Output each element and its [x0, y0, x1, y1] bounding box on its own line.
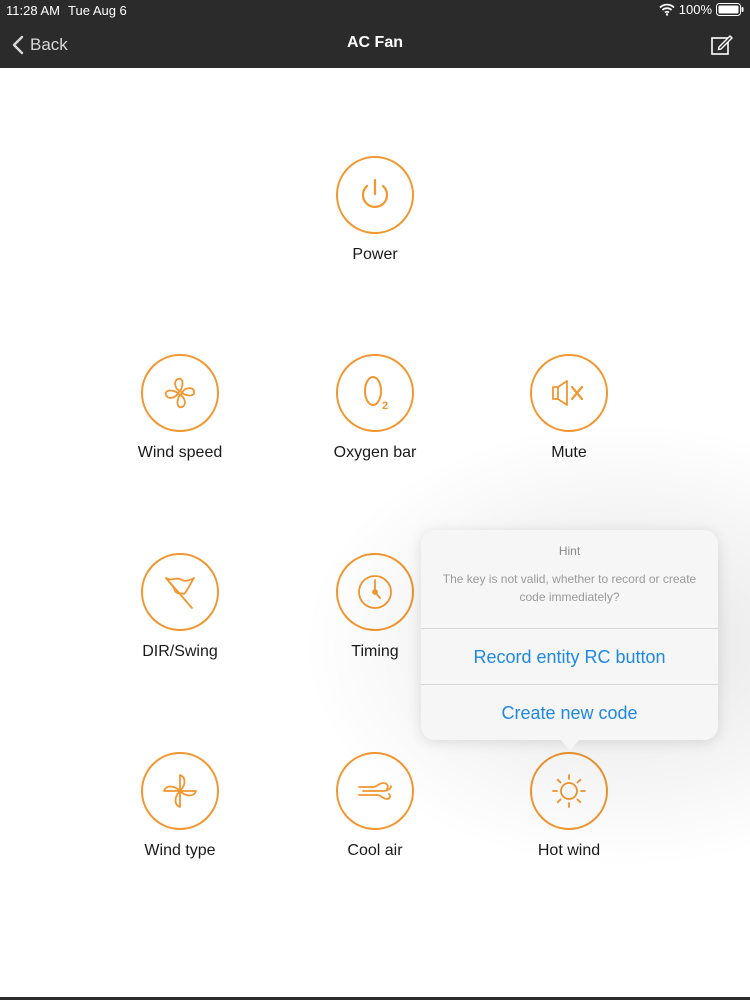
battery-percent: 100%: [678, 2, 712, 17]
hint-message: The key is not valid, whether to record …: [442, 572, 697, 604]
hint-title: Hint: [558, 544, 581, 558]
divider: [421, 684, 718, 685]
fan-icon: [164, 377, 196, 409]
mute-label: Mute: [551, 444, 587, 461]
hot-wind-button[interactable]: Hot wind: [489, 752, 649, 872]
oxygen-bar-button-circle: 2: [336, 354, 414, 432]
pinwheel-icon: [163, 774, 197, 808]
wind-type-button-circle: [141, 752, 219, 830]
cool-air-button[interactable]: Cool air: [295, 752, 455, 872]
wind-type-button[interactable]: Wind type: [100, 752, 260, 872]
clock-icon: [358, 575, 392, 609]
flag-icon: [165, 577, 195, 609]
wind-speed-button[interactable]: Wind speed: [100, 354, 260, 474]
svg-text:2: 2: [382, 400, 388, 412]
sun-icon: [552, 774, 586, 808]
status-indicators: 100%: [659, 2, 744, 17]
oxygen-bar-label: Oxygen bar: [333, 444, 417, 461]
power-icon: [361, 178, 389, 208]
record-entity-rc-button[interactable]: Record entity RC button: [421, 630, 718, 685]
edit-icon[interactable]: [710, 33, 734, 57]
dir-swing-button-circle: [141, 553, 219, 631]
popover-arrow: [560, 739, 580, 751]
wind-type-label: Wind type: [144, 842, 216, 859]
oxygen-icon: 2: [364, 376, 388, 412]
cool-air-label: Cool air: [347, 842, 403, 859]
power-label: Power: [352, 246, 398, 263]
hot-wind-label: Hot wind: [537, 842, 601, 859]
wind-speed-label: Wind speed: [137, 444, 223, 461]
wind-icon: [358, 782, 392, 800]
status-date: Tue Aug 6: [68, 3, 127, 18]
hot-wind-button-circle: [530, 752, 608, 830]
mute-icon: [552, 380, 584, 406]
screen: 11:28 AM Tue Aug 6 100% Back AC Fan Powe…: [0, 0, 750, 1000]
dir-swing-button[interactable]: DIR/Swing: [100, 553, 260, 673]
power-button-circle: [336, 156, 414, 234]
oxygen-bar-button[interactable]: 2 Oxygen bar: [295, 354, 455, 474]
battery-icon: [716, 3, 744, 16]
cool-air-button-circle: [336, 752, 414, 830]
wind-speed-button-circle: [141, 354, 219, 432]
status-time: 11:28 AM: [6, 3, 60, 18]
page-title: AC Fan: [347, 34, 403, 51]
timing-button-circle: [336, 553, 414, 631]
mute-button[interactable]: Mute: [489, 354, 649, 474]
dir-swing-label: DIR/Swing: [142, 643, 218, 660]
create-new-code-button[interactable]: Create new code: [421, 686, 718, 741]
top-bar: 11:28 AM Tue Aug 6 100% Back AC Fan: [0, 0, 750, 68]
divider: [421, 628, 718, 629]
timing-label: Timing: [351, 643, 399, 660]
hint-popover: Hint The key is not valid, whether to re…: [421, 530, 718, 740]
power-button[interactable]: Power: [295, 156, 455, 276]
wifi-icon: [659, 3, 675, 16]
mute-button-circle: [530, 354, 608, 432]
